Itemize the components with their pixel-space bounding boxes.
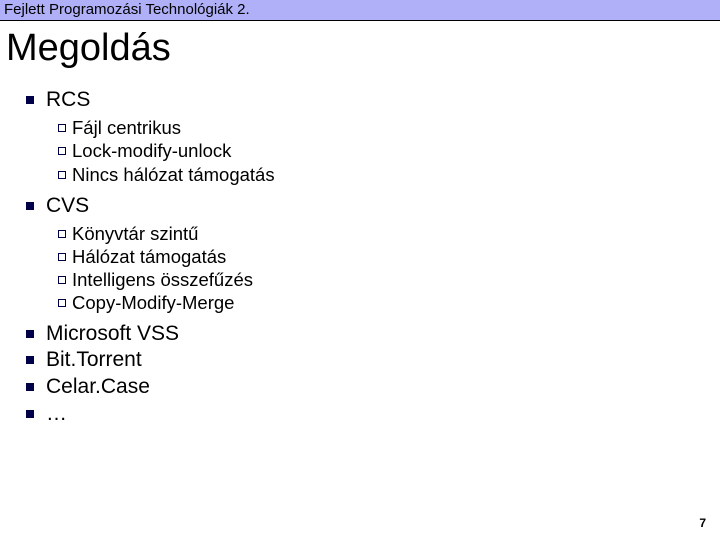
list-item-label: … (46, 401, 67, 428)
list-item-label: CVS (46, 192, 89, 220)
sublist-item-label: Intelligens összefűzés (72, 268, 253, 291)
sublist: Könyvtár szintű Hálózat támogatás Intell… (26, 222, 720, 315)
page-number: 7 (699, 516, 706, 530)
sublist-item: Nincs hálózat támogatás (58, 163, 720, 186)
list-item-label: Microsoft VSS (46, 321, 179, 348)
list-item-row: CVS (26, 192, 720, 220)
open-square-bullet-icon (58, 299, 66, 307)
sublist-item-label: Copy-Modify-Merge (72, 291, 234, 314)
list-item-row: … (26, 401, 720, 428)
square-bullet-icon (26, 96, 34, 104)
slide-content: RCS Fájl centrikus Lock-modify-unlock Ni… (0, 86, 720, 428)
open-square-bullet-icon (58, 124, 66, 132)
sublist-item: Fájl centrikus (58, 116, 720, 139)
list-item: Celar.Case (26, 374, 720, 401)
open-square-bullet-icon (58, 230, 66, 238)
list-item-row: Microsoft VSS (26, 321, 720, 348)
sublist-item-label: Nincs hálózat támogatás (72, 163, 275, 186)
list-item: CVS Könyvtár szintű Hálózat támogatás In… (26, 192, 720, 315)
square-bullet-icon (26, 383, 34, 391)
list-item-row: Celar.Case (26, 374, 720, 401)
sublist-item: Copy-Modify-Merge (58, 291, 720, 314)
list-item-label: Celar.Case (46, 374, 150, 401)
list-item-label: RCS (46, 86, 90, 114)
sublist-item: Hálózat támogatás (58, 245, 720, 268)
sublist-item-label: Lock-modify-unlock (72, 139, 231, 162)
square-bullet-icon (26, 410, 34, 418)
square-bullet-icon (26, 330, 34, 338)
page-title: Megoldás (0, 21, 720, 80)
list-item-row: RCS (26, 86, 720, 114)
header-bar: Fejlett Programozási Technológiák 2. (0, 0, 720, 21)
title-text: Megoldás (6, 27, 171, 69)
page-number-text: 7 (699, 516, 706, 530)
list-item: Bit.Torrent (26, 347, 720, 374)
square-bullet-icon (26, 202, 34, 210)
sublist: Fájl centrikus Lock-modify-unlock Nincs … (26, 116, 720, 185)
open-square-bullet-icon (58, 171, 66, 179)
sublist-item-label: Fájl centrikus (72, 116, 181, 139)
sublist-item: Könyvtár szintű (58, 222, 720, 245)
sublist-item-label: Hálózat támogatás (72, 245, 226, 268)
list-item: … (26, 401, 720, 428)
header-text: Fejlett Programozási Technológiák 2. (4, 1, 250, 18)
open-square-bullet-icon (58, 253, 66, 261)
list-item-label: Bit.Torrent (46, 347, 142, 374)
list-item: Microsoft VSS (26, 321, 720, 348)
open-square-bullet-icon (58, 147, 66, 155)
open-square-bullet-icon (58, 276, 66, 284)
list-item-row: Bit.Torrent (26, 347, 720, 374)
list-item: RCS Fájl centrikus Lock-modify-unlock Ni… (26, 86, 720, 186)
sublist-item: Lock-modify-unlock (58, 139, 720, 162)
square-bullet-icon (26, 356, 34, 364)
sublist-item: Intelligens összefűzés (58, 268, 720, 291)
sublist-item-label: Könyvtár szintű (72, 222, 198, 245)
